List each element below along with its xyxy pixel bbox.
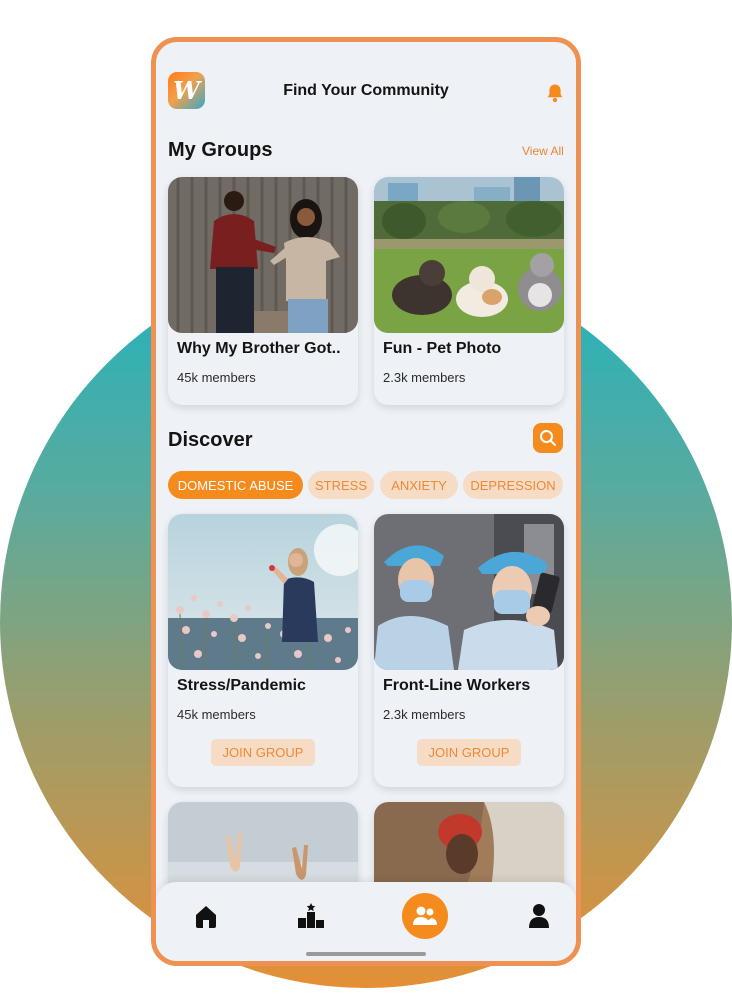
discover-group-card[interactable]: Front-Line Workers 2.3k members JOIN GRO… [374,514,564,787]
group-photo-cats [374,177,564,333]
group-card[interactable]: Why My Brother Got.. 45k members [168,177,358,405]
join-group-button[interactable]: JOIN GROUP [211,739,315,766]
app-logo[interactable]: W [168,72,205,109]
leaderboard-icon [298,903,324,928]
group-name: Stress/Pandemic [177,677,306,694]
group-name: Fun - Pet Photo [383,340,502,357]
discover-title: Discover [168,429,253,451]
chip-domestic-abuse[interactable]: DOMESTIC ABUSE [168,471,303,499]
app-header: W Find Your Community [156,42,576,142]
community-icon [413,906,437,925]
logo-letter: W [173,75,200,105]
bottom-navigation [156,882,576,961]
discover-group-card[interactable]: Stress/Pandemic 45k members JOIN GROUP [168,514,358,787]
view-all-link[interactable]: View All [522,144,564,158]
group-members-count: 2.3k members [383,370,466,385]
page-title: Find Your Community [283,82,449,99]
profile-icon [529,904,549,928]
chip-stress[interactable]: STRESS [308,471,374,499]
home-icon [196,906,216,928]
group-photo-field [168,514,358,670]
nav-profile[interactable] [519,896,559,936]
phone-frame: W Find Your Community My Groups View All [151,37,581,966]
group-members-count: 45k members [177,370,256,385]
nav-leaderboard[interactable] [291,896,331,936]
chip-depression[interactable]: DEPRESSION [463,471,563,499]
join-group-button[interactable]: JOIN GROUP [417,739,521,766]
bell-icon[interactable] [546,83,564,103]
home-indicator [306,952,426,956]
search-icon [540,430,556,446]
group-members-count: 45k members [177,707,256,722]
group-name: Why My Brother Got.. [177,340,341,357]
group-photo-nurses [374,514,564,670]
group-card[interactable]: Fun - Pet Photo 2.3k members [374,177,564,405]
group-name: Front-Line Workers [383,677,531,694]
discover-search-button[interactable] [533,423,563,453]
stage: W Find Your Community My Groups View All [0,0,732,1004]
group-photo-couple [168,177,358,333]
chip-anxiety[interactable]: ANXIETY [380,471,458,499]
nav-community[interactable] [402,893,448,939]
my-groups-title: My Groups [168,139,273,161]
group-members-count: 2.3k members [383,707,466,722]
nav-home[interactable] [186,896,226,936]
